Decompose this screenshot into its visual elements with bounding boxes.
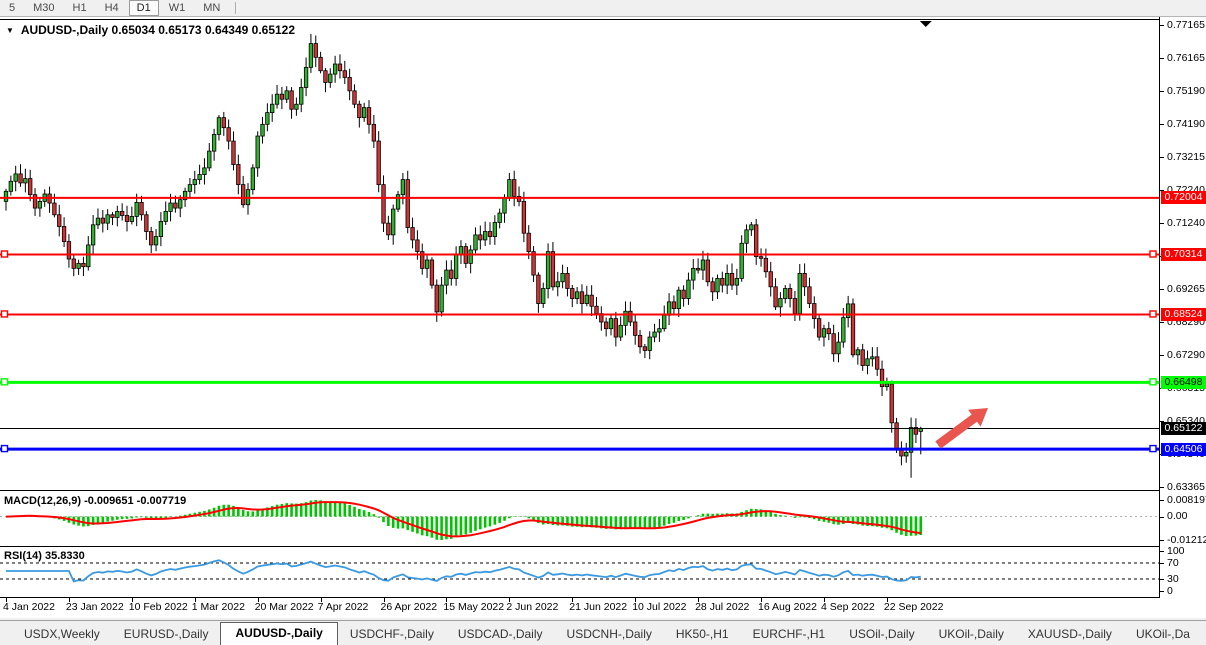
date-label: 22 Sep 2022 [884, 601, 944, 613]
price-line-label: 0.70314 [1161, 248, 1206, 261]
chart-tab-usdcad-daily[interactable]: USDCAD-,Daily [446, 624, 555, 645]
chart-tab-eurchf-h1[interactable]: EURCHF-,H1 [741, 624, 838, 645]
chart-tabs-bar: USDX,WeeklyEURUSD-,DailyAUDUSD-,DailyUSD… [0, 620, 1206, 645]
price-line-label: 0.68524 [1161, 308, 1206, 321]
date-label: 28 Jul 2022 [695, 601, 749, 613]
macd-axis-label: 0.008197 [1167, 494, 1206, 506]
date-label: 21 Jun 2022 [569, 601, 627, 613]
axis-tick [1160, 58, 1164, 59]
rsi-axis-label: 100 [1167, 545, 1185, 557]
rsi-indicator-label: RSI(14) 35.8330 [4, 550, 85, 562]
chart-ohlc-values: 0.65034 0.65173 0.64349 0.65122 [112, 23, 296, 37]
chart-tab-audusd-daily[interactable]: AUDUSD-,Daily [220, 622, 337, 645]
macd-signal-line [6, 502, 921, 536]
chart-tab-eurusd-daily[interactable]: EURUSD-,Daily [112, 624, 221, 645]
price-tick-label: 0.69265 [1167, 283, 1205, 295]
price-line-label: 0.65122 [1161, 422, 1206, 435]
date-label: 16 Aug 2022 [758, 601, 817, 613]
timeframe-button-5[interactable]: 5 [1, 0, 23, 16]
axis-tick [1160, 322, 1164, 323]
timeframe-button-h1[interactable]: H1 [65, 0, 95, 16]
date-label: 20 Mar 2022 [255, 601, 314, 613]
axis-tick [1160, 157, 1164, 158]
timeframe-toolbar: 5M30H1H4D1W1MN [0, 0, 1206, 17]
axis-tick [1160, 25, 1164, 26]
macd-indicator-label: MACD(12,26,9) -0.009651 -0.007719 [4, 495, 186, 507]
chart-tab-ukoil-daily[interactable]: UKOil-,Daily [927, 624, 1016, 645]
chart-tab-usdchf-daily[interactable]: USDCHF-,Daily [338, 624, 446, 645]
chart-tab-usoil-daily[interactable]: USOil-,Daily [837, 624, 926, 645]
price-tick-label: 0.71240 [1167, 217, 1205, 229]
rsi-axis-label: 30 [1167, 573, 1179, 585]
axis-tick [1160, 124, 1164, 125]
chart-tab-hk50-h1[interactable]: HK50-,H1 [664, 624, 741, 645]
axis-tick [1160, 223, 1164, 224]
axis-tick [1160, 355, 1164, 356]
price-tick-label: 0.63365 [1167, 481, 1205, 493]
chart-title: ▼ AUDUSD-,Daily 0.65034 0.65173 0.64349 … [6, 23, 295, 37]
chart-canvas[interactable] [0, 17, 1159, 618]
timeframe-button-h4[interactable]: H4 [97, 0, 127, 16]
toolbar-separator [235, 2, 236, 14]
timeframe-button-mn[interactable]: MN [195, 0, 228, 16]
price-tick-label: 0.73215 [1167, 151, 1205, 163]
timeframe-button-d1[interactable]: D1 [129, 0, 159, 16]
macd-axis-label: 0.00 [1167, 510, 1187, 522]
price-tick-label: 0.77165 [1167, 19, 1205, 31]
date-label: 4 Jan 2022 [3, 601, 55, 613]
price-line-label: 0.64506 [1161, 443, 1206, 456]
date-label: 10 Jul 2022 [632, 601, 686, 613]
rsi-axis-label: 70 [1167, 557, 1179, 569]
date-label: 15 May 2022 [443, 601, 504, 613]
date-label: 23 Jan 2022 [66, 601, 124, 613]
price-axis[interactable]: 0.771650.761650.751900.741900.732150.722… [1159, 17, 1206, 598]
axis-tick [1160, 190, 1164, 191]
rsi-axis-label: 0 [1167, 585, 1173, 597]
chart-area[interactable]: ▼ AUDUSD-,Daily 0.65034 0.65173 0.64349 … [0, 17, 1206, 618]
timeframe-button-w1[interactable]: W1 [161, 0, 194, 16]
last-bar-marker-icon [920, 21, 932, 27]
chart-tab-ukoil-da[interactable]: UKOil-,Da [1124, 624, 1202, 645]
chart-tab-xauusd-daily[interactable]: XAUUSD-,Daily [1016, 624, 1124, 645]
date-label: 26 Apr 2022 [381, 601, 438, 613]
price-tick-label: 0.76165 [1167, 52, 1205, 64]
chart-tab-usdcnh-daily[interactable]: USDCNH-,Daily [555, 624, 664, 645]
price-tick-label: 0.67290 [1167, 349, 1205, 361]
axis-tick [1160, 91, 1164, 92]
mt4-window: 5M30H1H4D1W1MN ▼ AUDUSD-,Daily 0.65034 0… [0, 0, 1206, 645]
timeframe-button-m30[interactable]: M30 [25, 0, 62, 16]
candlesticks [4, 34, 922, 478]
chart-tab-usdx-weekly[interactable]: USDX,Weekly [12, 624, 112, 645]
axis-tick [1160, 487, 1164, 488]
date-label: 1 Mar 2022 [192, 601, 245, 613]
chart-symbol-label: AUDUSD-,Daily [21, 23, 108, 37]
date-label: 7 Apr 2022 [318, 601, 369, 613]
date-label: 2 Jun 2022 [506, 601, 558, 613]
price-tick-label: 0.75190 [1167, 85, 1205, 97]
tab-scroll-controls: ◂▸ [1202, 629, 1206, 645]
price-line-label: 0.66498 [1161, 376, 1206, 389]
price-tick-label: 0.74190 [1167, 118, 1205, 130]
time-axis[interactable]: 4 Jan 2022 23 Jan 2022 10 Feb 2022 1 Mar 20… [0, 598, 1159, 618]
date-label: 10 Feb 2022 [129, 601, 188, 613]
axis-tick [1160, 289, 1164, 290]
chart-dropdown-icon[interactable]: ▼ [6, 26, 14, 35]
price-line-label: 0.72004 [1161, 191, 1206, 204]
date-label: 4 Sep 2022 [821, 601, 875, 613]
